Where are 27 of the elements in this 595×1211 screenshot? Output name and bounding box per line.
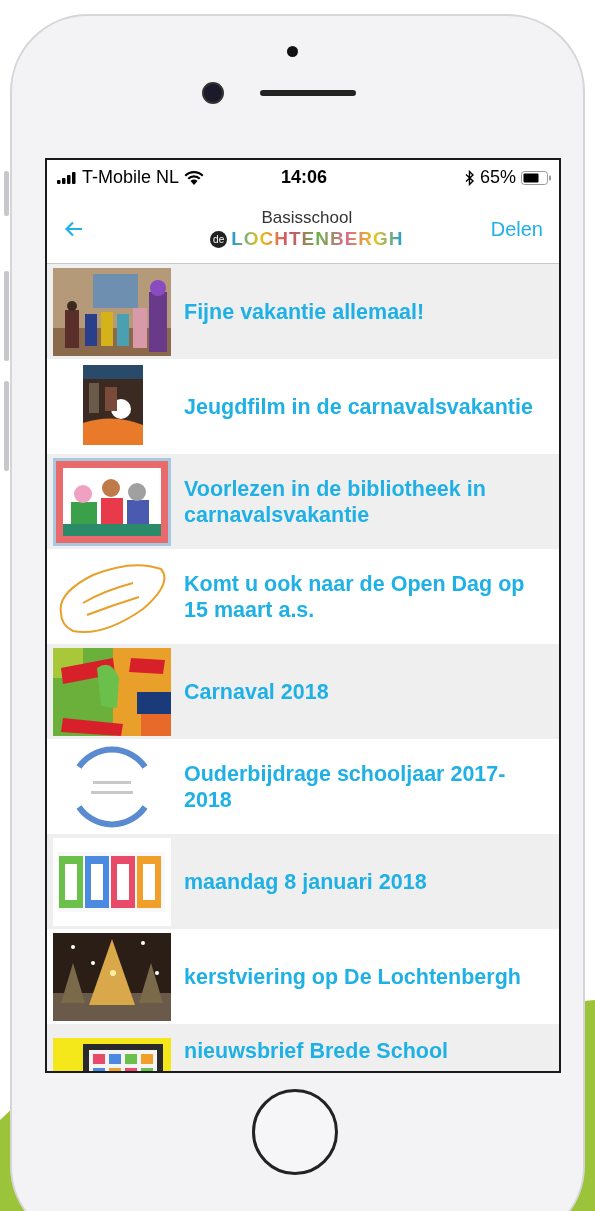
share-button[interactable]: Delen <box>486 213 547 245</box>
battery-icon <box>521 170 551 185</box>
logo-badge: de <box>210 230 228 248</box>
carrier-name: T-Mobile NL <box>82 167 180 188</box>
news-item[interactable]: Voorlezen in de bibliotheek in carnavalsvakantie <box>47 454 559 549</box>
sensor-dot <box>287 46 298 57</box>
news-title: Carnaval 2018 <box>184 678 329 705</box>
wifi-icon <box>184 170 205 185</box>
news-title: Komt u ook naar de Open Dag op 15 maart a.s. <box>184 570 526 623</box>
news-item[interactable]: Carnaval 2018 <box>47 644 559 739</box>
news-item[interactable]: Fijne vakantie allemaal! <box>47 264 559 359</box>
news-title: Voorlezen in de bibliotheek in carnavalsvakantie <box>184 475 487 528</box>
news-title: Fijne vakantie allemaal! <box>184 298 425 325</box>
signal-icon <box>57 171 77 184</box>
news-item[interactable]: nieuwsbrief Brede School <box>47 1024 559 1071</box>
news-title: nieuwsbrief Brede School <box>184 1038 449 1064</box>
back-arrow-icon <box>65 221 83 237</box>
front-camera <box>201 82 224 104</box>
news-title: maandag 8 januari 2018 <box>184 868 427 895</box>
bluetooth-icon <box>464 169 475 186</box>
news-title: Ouderbijdrage schooljaar 2017-2018 <box>184 760 507 813</box>
battery-percent: 65% <box>479 167 516 188</box>
logo-subtitle: Basisschool <box>261 208 353 228</box>
news-item[interactable]: maandag 8 januari 2018 <box>47 834 559 929</box>
news-title: Jeugdfilm in de carnavalsvakantie <box>184 393 533 420</box>
clock-time: 14:06 <box>280 167 327 188</box>
news-title: kerstviering op De Lochtenbergh <box>184 963 521 990</box>
